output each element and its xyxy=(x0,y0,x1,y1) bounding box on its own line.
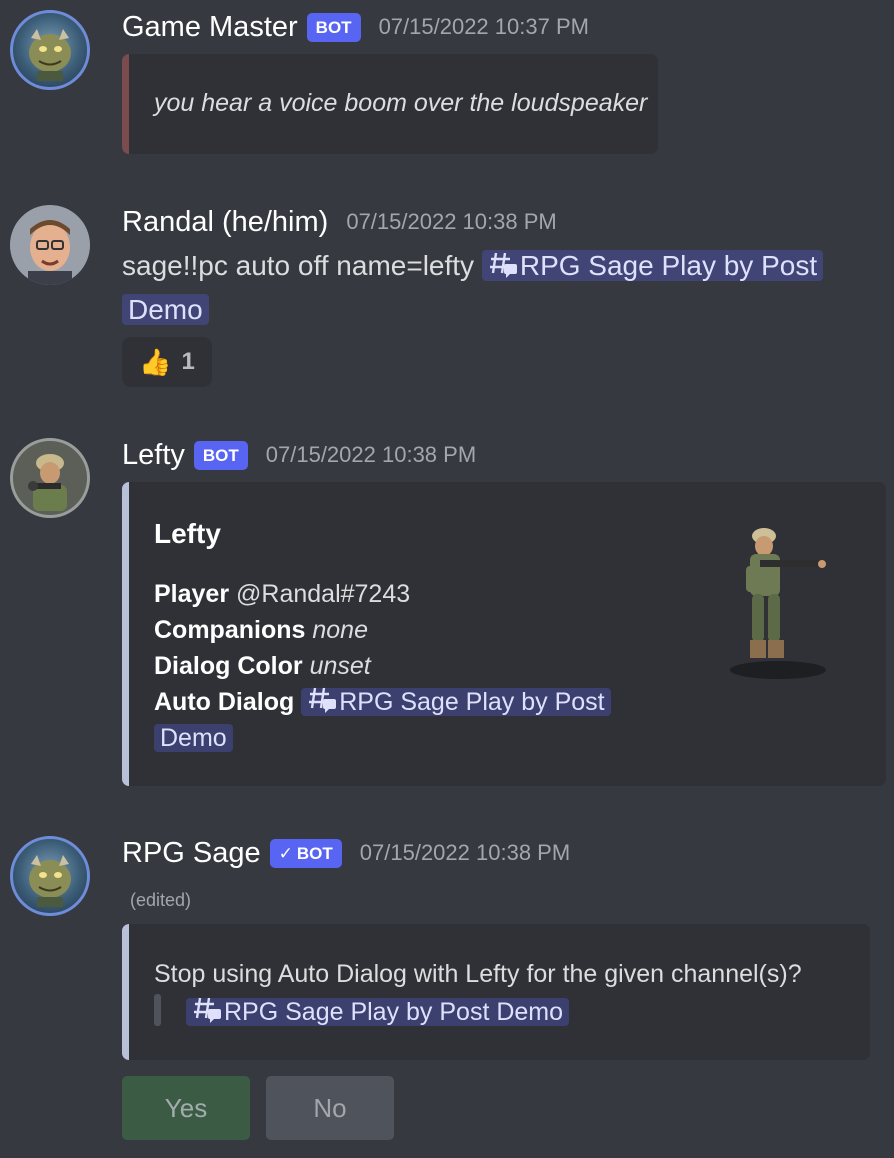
bot-tag: BOT xyxy=(193,440,248,470)
message-content: sage!!pc auto off name=lefty RPG Sage Pl… xyxy=(122,244,862,332)
text-channel-thread-icon xyxy=(489,252,517,278)
username[interactable]: RPG Sage xyxy=(122,837,261,870)
timestamp[interactable]: 07/15/2022 10:38 PM xyxy=(266,442,476,468)
no-button[interactable]: No xyxy=(266,1076,394,1140)
channel-mention-label: RPG Sage Play by Post xyxy=(339,688,605,716)
rpg-sage-avatar[interactable] xyxy=(10,836,90,916)
game-master-avatar[interactable] xyxy=(10,10,90,90)
thumbs-up-icon: 👍 xyxy=(139,346,172,377)
field-label: Dialog Color xyxy=(154,652,303,680)
message-game-master: Game Master BOT 07/15/2022 10:37 PM you … xyxy=(0,0,894,170)
embed-text: you hear a voice boom over the loudspeak… xyxy=(154,89,648,117)
message-lefty: Lefty BOT 07/15/2022 10:38 PM Lefty Play… xyxy=(0,430,894,800)
field-companions: Companions none xyxy=(154,612,714,648)
message-text: sage!!pc auto off name=lefty xyxy=(122,250,475,281)
embed-fields: Player @Randal#7243 Companions none Dial… xyxy=(154,576,714,756)
channel-mention[interactable]: RPG Sage Play by Post xyxy=(301,687,611,716)
bot-tag-label: BOT xyxy=(296,843,333,863)
field-dialog-color: Dialog Color unset xyxy=(154,648,714,684)
lizard-character-icon xyxy=(29,29,71,81)
field-value: none xyxy=(312,616,368,644)
embed-description: Stop using Auto Dialog with Lefty for th… xyxy=(154,960,802,988)
text-channel-thread-icon xyxy=(194,997,221,1023)
reaction-count: 1 xyxy=(181,348,195,375)
username[interactable]: Lefty xyxy=(122,439,185,472)
player-mention[interactable]: @Randal#7243 xyxy=(236,580,410,608)
field-label: Player xyxy=(154,580,230,608)
timestamp[interactable]: 07/15/2022 10:37 PM xyxy=(379,14,589,40)
embed-title: Lefty xyxy=(154,518,221,549)
timestamp[interactable]: 07/15/2022 10:38 PM xyxy=(346,209,556,235)
username[interactable]: Game Master xyxy=(122,11,298,44)
username[interactable]: Randal (he/him) xyxy=(122,206,328,239)
quote-bar xyxy=(154,994,161,1026)
character-embed: Lefty Player @Randal#7243 Companions non… xyxy=(122,482,886,786)
cartoon-man-icon xyxy=(10,205,90,285)
embed: you hear a voice boom over the loudspeak… xyxy=(122,54,658,154)
lefty-avatar[interactable] xyxy=(10,438,90,518)
character-thumbnail[interactable] xyxy=(726,522,836,682)
channel-mention-continuation[interactable]: Demo xyxy=(154,724,233,752)
bot-tag: BOT xyxy=(306,12,361,42)
field-player: Player @Randal#7243 xyxy=(154,576,714,612)
reaction-thumbs-up[interactable]: 👍 1 xyxy=(122,337,212,387)
message-rpg-sage: RPG Sage ✓ BOT 07/15/2022 10:38 PM (edite… xyxy=(0,830,894,1158)
channel-mention[interactable]: RPG Sage Play by Post xyxy=(481,250,824,281)
checkmark-icon: ✓ xyxy=(278,843,293,863)
verified-bot-tag: ✓ BOT xyxy=(269,838,342,868)
lizard-character-icon xyxy=(29,855,71,907)
yes-button[interactable]: Yes xyxy=(122,1076,250,1140)
field-label: Companions xyxy=(154,616,306,644)
channel-mention-label: RPG Sage Play by Post Demo xyxy=(224,998,564,1026)
randal-avatar[interactable] xyxy=(10,205,90,285)
channel-mention[interactable]: RPG Sage Play by Post Demo xyxy=(186,997,570,1026)
edited-indicator: (edited) xyxy=(130,890,192,910)
field-value: unset xyxy=(309,652,371,680)
channel-mention-label: RPG Sage Play by Post xyxy=(519,250,818,281)
soldier-icon xyxy=(13,441,87,515)
field-label: Auto Dialog xyxy=(154,688,295,716)
confirmation-embed: Stop using Auto Dialog with Lefty for th… xyxy=(122,924,870,1060)
field-auto-dialog: Auto Dialog RPG Sage Play by Post xyxy=(154,684,714,720)
timestamp[interactable]: 07/15/2022 10:38 PM xyxy=(360,840,570,866)
text-channel-thread-icon xyxy=(309,687,337,713)
channel-mention-continuation[interactable]: Demo xyxy=(122,294,209,325)
message-randal: Randal (he/him) 07/15/2022 10:38 PM sage… xyxy=(0,200,894,400)
